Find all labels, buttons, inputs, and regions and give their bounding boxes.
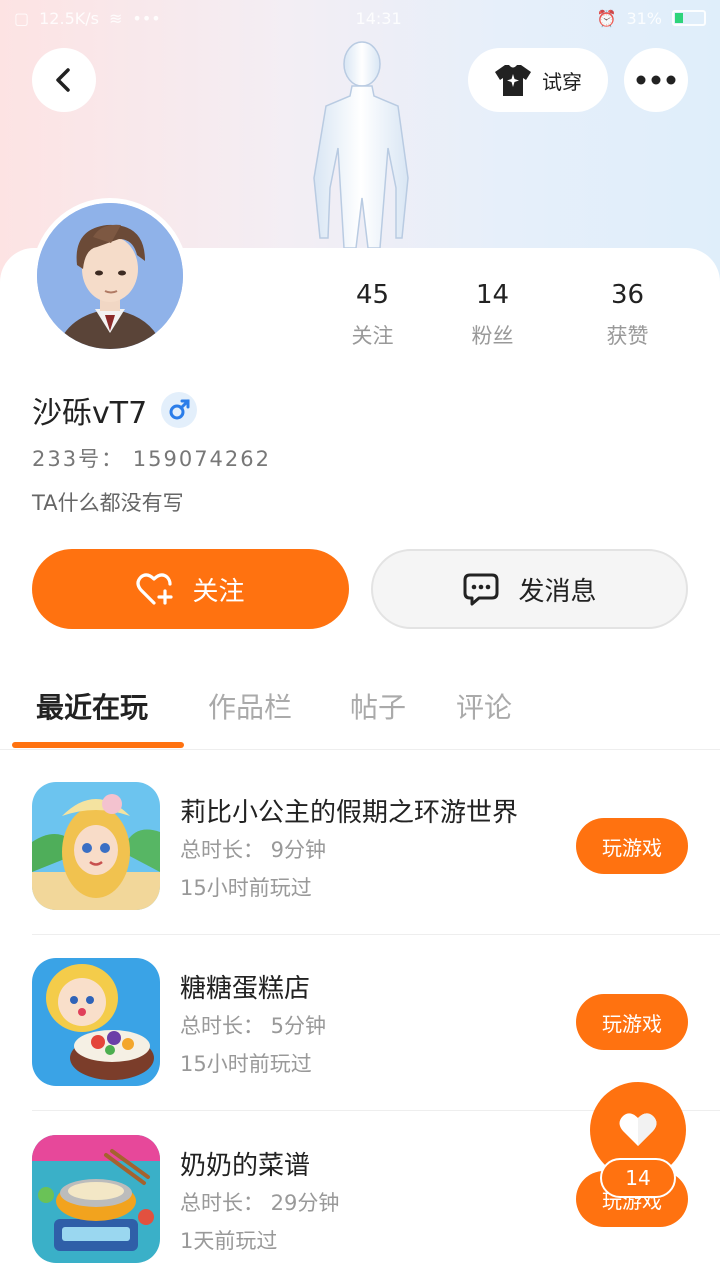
message-label: 发消息	[518, 576, 597, 607]
likes-count: 36	[610, 280, 645, 310]
likes-label: 获赞	[606, 324, 649, 348]
divider	[32, 934, 720, 935]
game-icon-grandma-recipe[interactable]	[32, 1135, 160, 1263]
avatar-3d-preview[interactable]	[300, 38, 420, 253]
more-options-button[interactable]	[624, 48, 688, 112]
game-duration: 总时长： 5分钟	[180, 1014, 327, 1038]
game-list-item[interactable]: 莉比小公主的假期之环游世界 总时长： 9分钟 15小时前玩过 玩游戏	[0, 782, 720, 958]
game-duration: 总时长： 9分钟	[180, 838, 327, 862]
game-last-played: 15小时前玩过	[180, 1052, 312, 1076]
avatar-portrait-icon	[37, 203, 183, 349]
game-title: 奶奶的菜谱	[180, 1151, 311, 1181]
game-icon-cake-shop[interactable]	[32, 958, 160, 1086]
name-row: 沙砾vT7	[32, 388, 198, 432]
play-game-button[interactable]: 玩游戏	[576, 818, 688, 874]
follow-label: 关注	[192, 576, 245, 607]
following-label: 关注	[351, 324, 394, 348]
battery-icon	[672, 10, 706, 26]
profile-stats: 45 关注 14 粉丝 36 获赞	[320, 280, 700, 350]
avatar[interactable]	[32, 198, 188, 354]
play-game-button[interactable]: 玩游戏	[576, 994, 688, 1050]
game-title: 莉比小公主的假期之环游世界	[180, 798, 519, 828]
status-bar: ▢ 12.5K/s ≋ ••• 14:31 ⏰ 31%	[0, 0, 720, 36]
male-gender-icon	[161, 392, 198, 428]
user-name: 沙砾vT7	[32, 396, 148, 431]
tab-works[interactable]: 作品栏	[208, 686, 292, 726]
try-on-button[interactable]: 试穿	[468, 48, 608, 112]
more-dots-icon	[636, 75, 676, 85]
fans-stat[interactable]: 14 粉丝	[425, 280, 560, 350]
send-message-button[interactable]: 发消息	[371, 549, 688, 629]
clock: 14:31	[355, 8, 402, 28]
game-icon-princess[interactable]	[32, 782, 160, 910]
fans-label: 粉丝	[471, 324, 514, 348]
like-count-badge: 14	[600, 1158, 676, 1198]
chevron-left-icon	[56, 68, 70, 92]
try-on-label: 试穿	[542, 69, 582, 94]
following-stat[interactable]: 45 关注	[320, 280, 425, 350]
tab-recently-played[interactable]: 最近在玩	[36, 686, 148, 726]
fans-count: 14	[475, 280, 510, 310]
wifi-icon: ≋	[108, 8, 123, 28]
profile-tabs: 最近在玩 作品栏 帖子 评论	[0, 680, 720, 750]
heart-icon	[619, 1113, 657, 1146]
alarm-icon: ⏰	[596, 8, 617, 28]
likes-stat[interactable]: 36 获赞	[560, 280, 695, 350]
tshirt-icon	[495, 65, 531, 96]
tab-posts[interactable]: 帖子	[350, 686, 406, 726]
sim-icon: ▢	[14, 8, 30, 28]
follow-button[interactable]: 关注	[32, 549, 349, 629]
user-id: 233号： 159074262	[32, 447, 272, 471]
tab-comments[interactable]: 评论	[456, 686, 512, 726]
game-last-played: 1天前玩过	[180, 1229, 278, 1253]
game-duration: 总时长： 29分钟	[180, 1191, 340, 1215]
game-last-played: 15小时前玩过	[180, 876, 312, 900]
following-count: 45	[355, 280, 390, 310]
active-tab-indicator	[12, 742, 184, 748]
battery-level: 31%	[626, 8, 662, 28]
game-title: 糖糖蛋糕店	[180, 974, 311, 1004]
network-speed: 12.5K/s	[39, 8, 99, 28]
heart-plus-icon	[136, 573, 174, 605]
user-bio: TA什么都没有写	[32, 491, 184, 515]
back-button[interactable]	[32, 48, 96, 112]
more-status-icon: •••	[132, 8, 161, 28]
chat-bubble-icon	[463, 573, 499, 606]
